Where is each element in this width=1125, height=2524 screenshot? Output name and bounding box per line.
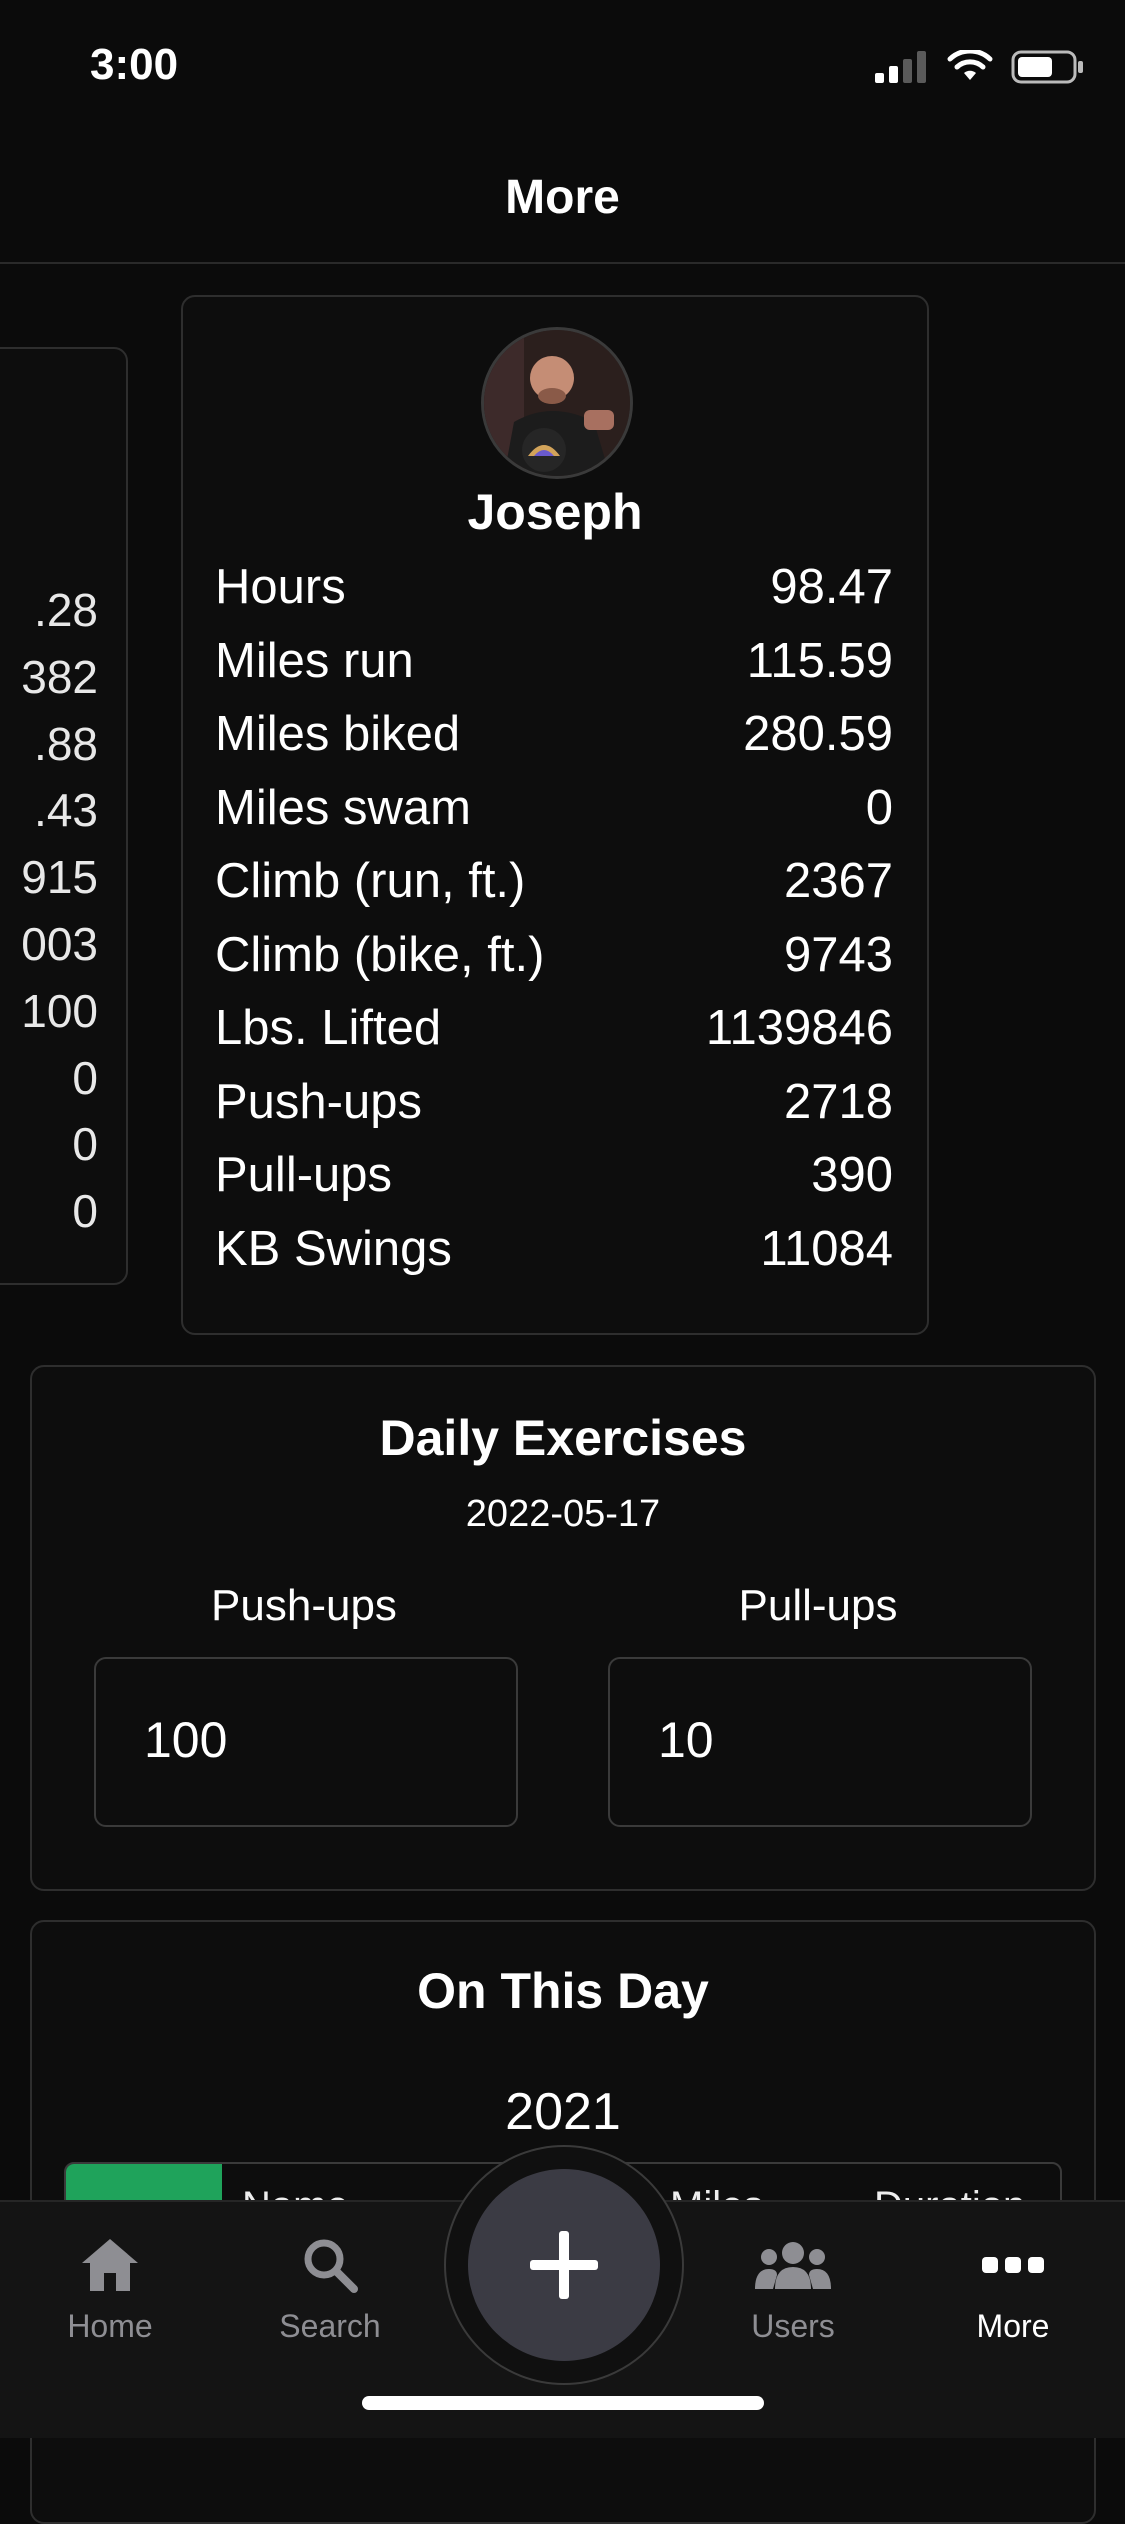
avatar-image [484, 330, 630, 476]
stat-row-miles-biked: Miles biked 280.59 [215, 698, 893, 772]
daily-exercises-date: 2022-05-17 [465, 1493, 661, 1535]
stat-value: 2367 [783, 854, 893, 908]
stat-row-lbs-lifted: Lbs. Lifted 1139846 [215, 992, 893, 1066]
pullups-field-label: Pull-ups [738, 1581, 898, 1630]
on-this-day-year: 2021 [505, 2083, 621, 2141]
search-icon [304, 2239, 358, 2293]
stat-row-climb-bike: Climb (bike, ft.) 9743 [215, 919, 893, 993]
stat-row-miles-run: Miles run 115.59 [215, 625, 893, 699]
stats-list: Hours 98.47 Miles run 115.59 Miles biked… [215, 551, 893, 1286]
stat-label: Miles swam [215, 780, 471, 835]
stat-row-push-ups: Push-ups 2718 [215, 1066, 893, 1140]
status-time: 3:00 [90, 40, 179, 89]
stat-value: 0 [72, 1118, 98, 1171]
stat-value: 2718 [783, 1074, 893, 1129]
stat-value: 280.59 [743, 707, 893, 761]
pushups-input-value: 100 [144, 1712, 228, 1768]
add-button-ring [444, 2145, 684, 2385]
cellular-signal-icon [875, 51, 926, 83]
on-this-day-title: On This Day [417, 1963, 709, 2019]
stat-value: 0 [72, 1185, 98, 1238]
stat-label: Push-ups [215, 1074, 423, 1129]
stat-label: Climb (bike, ft.) [215, 927, 545, 982]
home-icon [82, 2239, 138, 2291]
stat-label: Pull-ups [215, 1148, 393, 1202]
user-name: Joseph [467, 484, 643, 540]
tab-label-search: Search [279, 2308, 381, 2344]
stat-label: Hours [215, 560, 346, 614]
previous-user-values: .28 382 .88 .43 915 003 100 0 0 0 [21, 577, 98, 1245]
daily-exercises-title: Daily Exercises [379, 1410, 747, 1466]
page-title: More [505, 171, 620, 224]
stat-value: 115.59 [746, 633, 893, 688]
stat-label: Miles biked [215, 707, 461, 761]
stat-value: 382 [21, 650, 98, 703]
stat-label: KB Swings [215, 1221, 452, 1276]
stat-value: 0 [72, 1051, 98, 1104]
wifi-icon [947, 50, 993, 80]
plus-icon [530, 2231, 598, 2299]
tab-label-home: Home [67, 2308, 153, 2344]
navigation-header: More [0, 132, 1125, 264]
users-icon [755, 2242, 831, 2289]
stat-value: 11084 [760, 1221, 893, 1276]
tab-home[interactable]: Home [30, 2202, 190, 2345]
tab-label-users: Users [751, 2308, 835, 2344]
stat-row-kb-swings: KB Swings 11084 [215, 1213, 893, 1287]
pushups-input[interactable]: 100 [94, 1657, 518, 1827]
stat-value: .43 [34, 784, 98, 837]
battery-icon [1011, 50, 1083, 84]
stat-value: 1139846 [705, 1001, 893, 1055]
pullups-input-value: 10 [658, 1712, 714, 1768]
tab-more[interactable]: More [933, 2202, 1093, 2345]
avatar[interactable] [481, 327, 633, 479]
stat-value: 100 [21, 984, 98, 1037]
stat-value: .28 [34, 584, 98, 636]
stat-value: 390 [811, 1148, 893, 1202]
stat-value: 003 [21, 917, 98, 970]
previous-user-card[interactable]: .28 382 .88 .43 915 003 100 0 0 0 [0, 347, 128, 1285]
daily-exercises-card: Daily Exercises 2022-05-17 Push-ups 100 … [30, 1365, 1096, 1891]
stat-label: Lbs. Lifted [215, 1001, 442, 1055]
stat-value: .88 [34, 717, 98, 770]
tab-search[interactable]: Search [250, 2202, 410, 2345]
add-button[interactable] [468, 2169, 660, 2361]
stat-value: 0 [865, 780, 893, 835]
stat-label: Climb (run, ft.) [215, 854, 526, 908]
status-bar: 3:00 [0, 0, 1125, 132]
home-indicator[interactable] [362, 2396, 764, 2410]
pushups-field-label: Push-ups [211, 1581, 397, 1630]
pullups-input[interactable]: 10 [608, 1657, 1032, 1827]
stat-row-climb-run: Climb (run, ft.) 2367 [215, 845, 893, 919]
stat-row-pull-ups: Pull-ups 390 [215, 1139, 893, 1213]
user-stats-card[interactable]: Joseph Hours 98.47 Miles run 115.59 Mile… [181, 295, 929, 1335]
status-icons [875, 50, 1085, 84]
tab-label-more: More [976, 2308, 1050, 2344]
stat-row-miles-swam: Miles swam 0 [215, 772, 893, 846]
stat-row-hours: Hours 98.47 [215, 551, 893, 625]
more-icon [982, 2257, 1044, 2273]
stat-label: Miles run [215, 633, 414, 688]
stat-value: 9743 [783, 927, 893, 982]
stat-value: 98.47 [770, 560, 893, 614]
tab-users[interactable]: Users [713, 2202, 873, 2345]
stat-value: 915 [21, 851, 98, 904]
